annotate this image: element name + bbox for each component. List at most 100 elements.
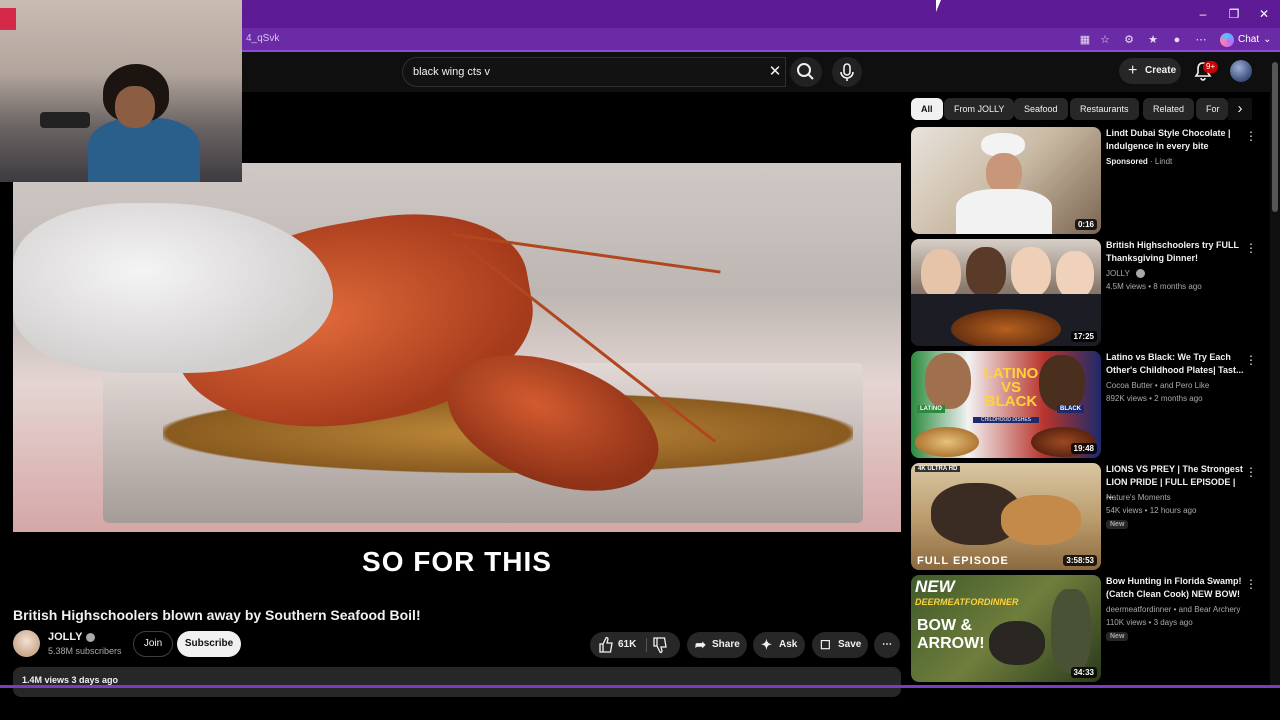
thumb-face	[1039, 355, 1085, 411]
copilot-icon	[1220, 33, 1234, 47]
more-vertical-icon[interactable]: ⋮	[1245, 577, 1257, 591]
restore-button[interactable]: ❐	[1225, 5, 1243, 23]
duration-badge: 17:25	[1070, 331, 1097, 342]
close-window-button[interactable]: ✕	[1255, 5, 1273, 23]
like-button[interactable]: 61K	[598, 632, 636, 658]
video-glove	[13, 203, 333, 373]
voice-search-button[interactable]	[832, 57, 862, 87]
sponsored-label: Sponsored	[1106, 157, 1148, 166]
video-thumbnail[interactable]: 0:16	[911, 127, 1101, 234]
ask-label: Ask	[779, 639, 798, 650]
new-badge: New	[1106, 520, 1129, 529]
screen: – ❐ ✕ 4_qSvk ▦ ☆ ⚙ ★ ● ⋯ Chat ⌄ black wi…	[0, 0, 1280, 720]
thumb-subtitle: CHILDHOOD DISHES	[973, 417, 1039, 423]
recommendation-item[interactable]: LATINO VS BLACK CHILDHOOD DISHES LATINO …	[911, 351, 1261, 459]
video-thumbnail[interactable]: 17:25	[911, 239, 1101, 346]
video-frame	[13, 163, 901, 532]
more-actions-button[interactable]: ⋯	[874, 632, 900, 658]
app-available-icon[interactable]: ▦	[1077, 32, 1093, 48]
save-button[interactable]: ☐ Save	[812, 632, 868, 658]
more-vertical-icon[interactable]: ⋮	[1245, 353, 1257, 367]
thumb-chef-coat	[956, 189, 1052, 234]
chevron-right-icon[interactable]: ›	[1228, 98, 1252, 120]
subscriber-count: 5.38M subscribers	[48, 646, 122, 656]
join-button[interactable]: Join	[133, 631, 173, 657]
share-arrow-icon: ➦	[695, 637, 706, 652]
page-scrollbar[interactable]	[1270, 52, 1280, 686]
chevron-down-icon: ⌄	[1263, 34, 1272, 45]
views-and-date: 1.4M views 3 days ago	[22, 675, 119, 685]
like-dislike-group: 61K	[590, 632, 680, 658]
chip-restaurants[interactable]: Restaurants	[1070, 98, 1139, 120]
thumb-face	[966, 247, 1006, 297]
thumb-title-text: LATINO VS BLACK	[981, 366, 1041, 410]
recommendation-item[interactable]: NEW DEERMEATFORDINNER BOW & ARROW! 34:33…	[911, 575, 1261, 683]
channel-name[interactable]: JOLLY	[48, 631, 96, 643]
video-thumbnail[interactable]: 4K ULTRA HD FULL EPISODE 3:58:53	[911, 463, 1101, 570]
account-avatar[interactable]	[1230, 60, 1252, 82]
thumb-face	[925, 353, 971, 409]
more-horizontal-icon: ⋯	[882, 639, 892, 650]
search-input[interactable]: black wing cts v	[402, 57, 786, 87]
plus-icon: +	[1128, 62, 1138, 79]
thumbs-up-icon	[599, 636, 613, 653]
thumb-bow-arrow-text: BOW & ARROW!	[917, 617, 985, 653]
thumb-face	[1011, 247, 1051, 297]
microphone-icon	[840, 63, 854, 81]
chip-related[interactable]: Related	[1143, 98, 1195, 120]
rec-channel: Lindt	[1154, 157, 1173, 166]
thumb-label-right: BLACK	[1057, 405, 1084, 413]
create-button[interactable]: + Create	[1119, 58, 1181, 84]
more-vertical-icon[interactable]: ⋮	[1245, 129, 1257, 143]
copilot-chat-button[interactable]: Chat ⌄	[1216, 31, 1276, 49]
chip-for[interactable]: For	[1196, 98, 1228, 120]
rec-title[interactable]: Latino vs Black: We Try Each Other's Chi…	[1106, 351, 1244, 377]
subscribe-button[interactable]: Subscribe	[177, 631, 241, 657]
favorites-icon[interactable]: ★	[1145, 32, 1161, 48]
webcam-wall-decor	[0, 8, 16, 30]
minimize-button[interactable]: –	[1194, 5, 1212, 23]
chip-all[interactable]: All	[911, 98, 943, 120]
recommendation-item[interactable]: 17:25 British Highschoolers try FULL Tha…	[911, 239, 1261, 347]
rec-title[interactable]: British Highschoolers try FULL Thanksgiv…	[1106, 239, 1244, 265]
recommendation-item[interactable]: 0:16 Lindt Dubai Style Chocolate | Indul…	[911, 127, 1261, 235]
sparkle-icon: ✦	[761, 637, 772, 652]
search-input-value: black wing cts v	[413, 66, 491, 78]
thumb-text-black: BLACK	[984, 393, 1038, 410]
search-button[interactable]	[790, 57, 822, 87]
more-menu-icon[interactable]: ⋯	[1193, 32, 1209, 48]
webcam-person-body	[88, 118, 200, 182]
channel-avatar[interactable]	[13, 630, 40, 657]
url-text[interactable]: 4_qSvk	[246, 33, 279, 44]
more-vertical-icon[interactable]: ⋮	[1245, 465, 1257, 479]
video-thumbnail[interactable]: LATINO VS BLACK CHILDHOOD DISHES LATINO …	[911, 351, 1101, 458]
rec-title[interactable]: Lindt Dubai Style Chocolate | Indulgence…	[1106, 127, 1244, 153]
save-label: Save	[838, 639, 862, 650]
more-vertical-icon[interactable]: ⋮	[1245, 241, 1257, 255]
webcam-person-face	[115, 86, 155, 128]
rec-channel: Nature's Moments	[1106, 493, 1171, 502]
notification-count-badge: 9+	[1203, 61, 1219, 73]
chip-from-jolly[interactable]: From JOLLY	[944, 98, 1015, 120]
ask-button[interactable]: ✦ Ask	[753, 632, 805, 658]
new-badge: New	[1106, 632, 1129, 641]
window-bottom-border	[0, 685, 1280, 688]
profile-icon[interactable]: ●	[1169, 32, 1185, 48]
thumb-face	[986, 153, 1022, 193]
rec-sponsored: Sponsored · Lindt	[1106, 157, 1173, 166]
chip-seafood[interactable]: Seafood	[1014, 98, 1068, 120]
dislike-button[interactable]	[652, 632, 668, 658]
clear-search-icon[interactable]: ✕	[764, 61, 786, 83]
rec-title[interactable]: Bow Hunting in Florida Swamp! (Catch Cle…	[1106, 575, 1244, 601]
thumb-face	[921, 249, 961, 299]
thumb-lion	[1001, 495, 1081, 545]
recommendation-item[interactable]: 4K ULTRA HD FULL EPISODE 3:58:53 LIONS V…	[911, 463, 1261, 571]
scrollbar-thumb[interactable]	[1272, 62, 1278, 212]
favorite-star-icon[interactable]: ☆	[1097, 32, 1113, 48]
video-thumbnail[interactable]: NEW DEERMEATFORDINNER BOW & ARROW! 34:33	[911, 575, 1101, 682]
description-box[interactable]: 1.4M views 3 days ago	[13, 667, 901, 697]
channel-name-text: JOLLY	[48, 631, 83, 643]
rec-channel: deermeatfordinner • and Bear Archery	[1106, 605, 1241, 614]
share-button[interactable]: ➦ Share	[687, 632, 747, 658]
extensions-icon[interactable]: ⚙	[1121, 32, 1137, 48]
